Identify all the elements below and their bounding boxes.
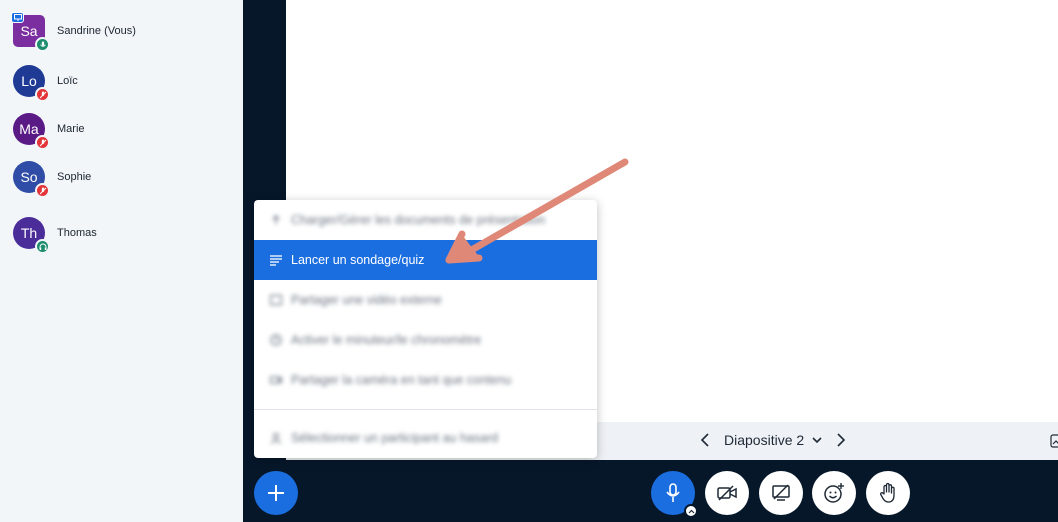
user-icon [270, 432, 282, 444]
chevron-down-icon [812, 436, 822, 443]
raise-hand-button[interactable] [866, 471, 910, 515]
avatar: Lo [13, 65, 50, 102]
actions-menu: Charger/Gérer les documents de présentat… [254, 200, 597, 458]
menu-item-start-poll[interactable]: Lancer un sondage/quiz [254, 240, 597, 280]
reactions-button[interactable] [812, 471, 856, 515]
participant-loic[interactable]: Lo Loïc [13, 65, 78, 102]
menu-item-camera-content[interactable]: Partager la caméra en tant que contenu [254, 360, 597, 400]
mic-muted-icon [35, 87, 50, 102]
mic-muted-icon [35, 183, 50, 198]
menu-divider [254, 409, 597, 410]
actions-plus-button[interactable] [254, 471, 298, 515]
participant-sandrine[interactable]: Sa Sandrine (Vous) [11, 12, 136, 52]
video-icon [270, 294, 282, 306]
mic-on-icon [35, 37, 50, 52]
hand-icon [879, 482, 895, 503]
microphone-button[interactable] [651, 471, 698, 518]
participant-thomas[interactable]: Th Thomas [13, 217, 97, 254]
plus-icon [268, 485, 284, 501]
menu-item-upload[interactable]: Charger/Gérer les documents de présentat… [254, 200, 597, 240]
avatar: Sa [11, 12, 50, 52]
mic-muted-icon [35, 135, 50, 150]
camera-toggle-button[interactable] [705, 471, 749, 515]
timer-icon [270, 334, 282, 346]
participant-name: Thomas [57, 227, 97, 239]
avatar: Th [13, 217, 50, 254]
slide-label: Diapositive 2 [724, 432, 805, 448]
camera-icon [270, 374, 282, 386]
slide-selector[interactable]: Diapositive 2 [724, 432, 822, 448]
screenshare-button[interactable] [759, 471, 803, 515]
participant-name: Marie [57, 123, 85, 135]
poll-icon [270, 254, 282, 266]
next-slide-icon[interactable] [836, 433, 846, 447]
participants-panel: Sa Sandrine (Vous) Lo Loïc Ma Marie So S… [0, 0, 243, 522]
menu-item-timer[interactable]: Activer le minuteur/le chronomètre [254, 320, 597, 360]
emoji-icon [824, 483, 844, 503]
participant-name: Loïc [57, 75, 78, 87]
upload-icon [270, 214, 282, 226]
menu-item-random-participant[interactable]: Sélectionner un participant au hasard [254, 418, 597, 458]
previous-slide-icon[interactable] [700, 433, 710, 447]
participant-name: Sandrine (Vous) [57, 25, 136, 37]
participant-sophie[interactable]: So Sophie [13, 161, 92, 198]
screenshare-off-icon [772, 484, 790, 501]
avatar: So [13, 161, 50, 198]
menu-item-external-video[interactable]: Partager une vidéo externe [254, 280, 597, 320]
participant-marie[interactable]: Ma Marie [13, 113, 85, 150]
fit-to-width-icon[interactable] [1050, 434, 1058, 448]
camera-off-icon [717, 485, 737, 501]
presenter-icon [11, 12, 24, 23]
avatar: Ma [13, 113, 50, 150]
participant-name: Sophie [57, 171, 92, 183]
headphones-icon [35, 239, 50, 254]
audio-settings-chevron-icon[interactable] [684, 504, 698, 518]
microphone-icon [666, 483, 680, 502]
